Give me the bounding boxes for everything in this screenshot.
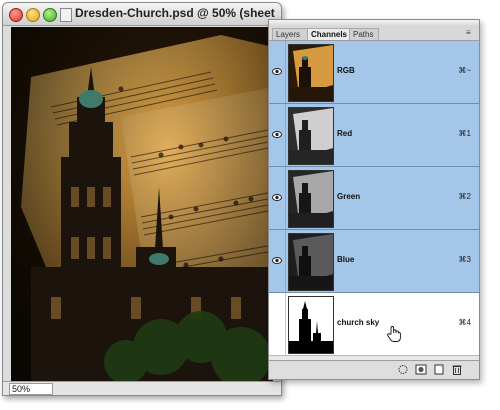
channel-row-rgb[interactable]: RGB ⌘~ <box>269 41 479 104</box>
channel-shortcut: ⌘3 <box>458 255 471 264</box>
thumbnail-rgb <box>288 44 334 102</box>
zoom-window-button[interactable] <box>43 8 57 22</box>
eye-icon[interactable] <box>272 67 282 76</box>
document-window: Dresden-Church.psd @ 50% (sheet m... 50% <box>2 2 282 396</box>
channel-list: RGB ⌘~ Red ⌘1 Green ⌘2 Blue ⌘3 church sk… <box>269 41 479 359</box>
channel-name: Green <box>337 192 361 201</box>
channel-shortcut: ⌘4 <box>458 318 471 327</box>
visibility-cell[interactable] <box>269 230 286 292</box>
channel-row-blue[interactable]: Blue ⌘3 <box>269 230 479 293</box>
document-titlebar[interactable]: Dresden-Church.psd @ 50% (sheet m... <box>3 3 281 26</box>
load-selection-icon[interactable] <box>397 364 409 375</box>
trash-icon[interactable] <box>451 364 463 375</box>
channel-shortcut: ⌘1 <box>458 129 471 138</box>
visibility-cell[interactable] <box>269 104 286 166</box>
psd-file-icon <box>60 8 72 22</box>
eye-icon[interactable] <box>272 130 282 139</box>
thumbnail-blue <box>288 233 334 291</box>
tab-layers[interactable]: Layers <box>272 28 309 40</box>
panel-menu-icon[interactable]: ≡ <box>466 29 475 37</box>
channel-shortcut: ⌘~ <box>458 66 471 75</box>
channel-shortcut: ⌘2 <box>458 192 471 201</box>
channel-name: RGB <box>337 66 355 75</box>
tab-channels[interactable]: Channels <box>307 28 353 40</box>
document-title: Dresden-Church.psd @ 50% (sheet m... <box>75 6 279 20</box>
zoom-level-field[interactable]: 50% <box>9 383 53 395</box>
thumbnail-red <box>288 107 334 165</box>
save-selection-icon[interactable] <box>415 364 427 375</box>
visibility-cell[interactable] <box>269 293 286 355</box>
channel-name: church sky <box>337 318 380 327</box>
channel-row-church-sky[interactable]: church sky ⌘4 <box>269 293 479 356</box>
channels-panel: Layers Channels Paths ≡ RGB ⌘~ Red ⌘1 Gr… <box>268 19 480 380</box>
channel-name: Red <box>337 129 353 138</box>
close-window-button[interactable] <box>9 8 23 22</box>
visibility-cell[interactable] <box>269 167 286 229</box>
tab-paths[interactable]: Paths <box>349 28 379 40</box>
channel-name: Blue <box>337 255 355 264</box>
church-photo <box>11 27 273 381</box>
minimize-window-button[interactable] <box>26 8 40 22</box>
thumbnail-green <box>288 170 334 228</box>
visibility-cell[interactable] <box>269 41 286 103</box>
new-channel-icon[interactable] <box>433 364 445 375</box>
document-canvas[interactable] <box>11 27 273 381</box>
panel-bottom-bar <box>269 360 479 379</box>
hand-cursor-icon <box>387 326 401 342</box>
eye-icon[interactable] <box>272 256 282 265</box>
channel-row-red[interactable]: Red ⌘1 <box>269 104 479 167</box>
channel-row-green[interactable]: Green ⌘2 <box>269 167 479 230</box>
thumbnail-church-sky <box>288 296 334 354</box>
eye-icon[interactable] <box>272 193 282 202</box>
panel-tab-bar: Layers Channels Paths ≡ <box>269 27 479 41</box>
document-status-bar: 50% <box>3 381 281 395</box>
